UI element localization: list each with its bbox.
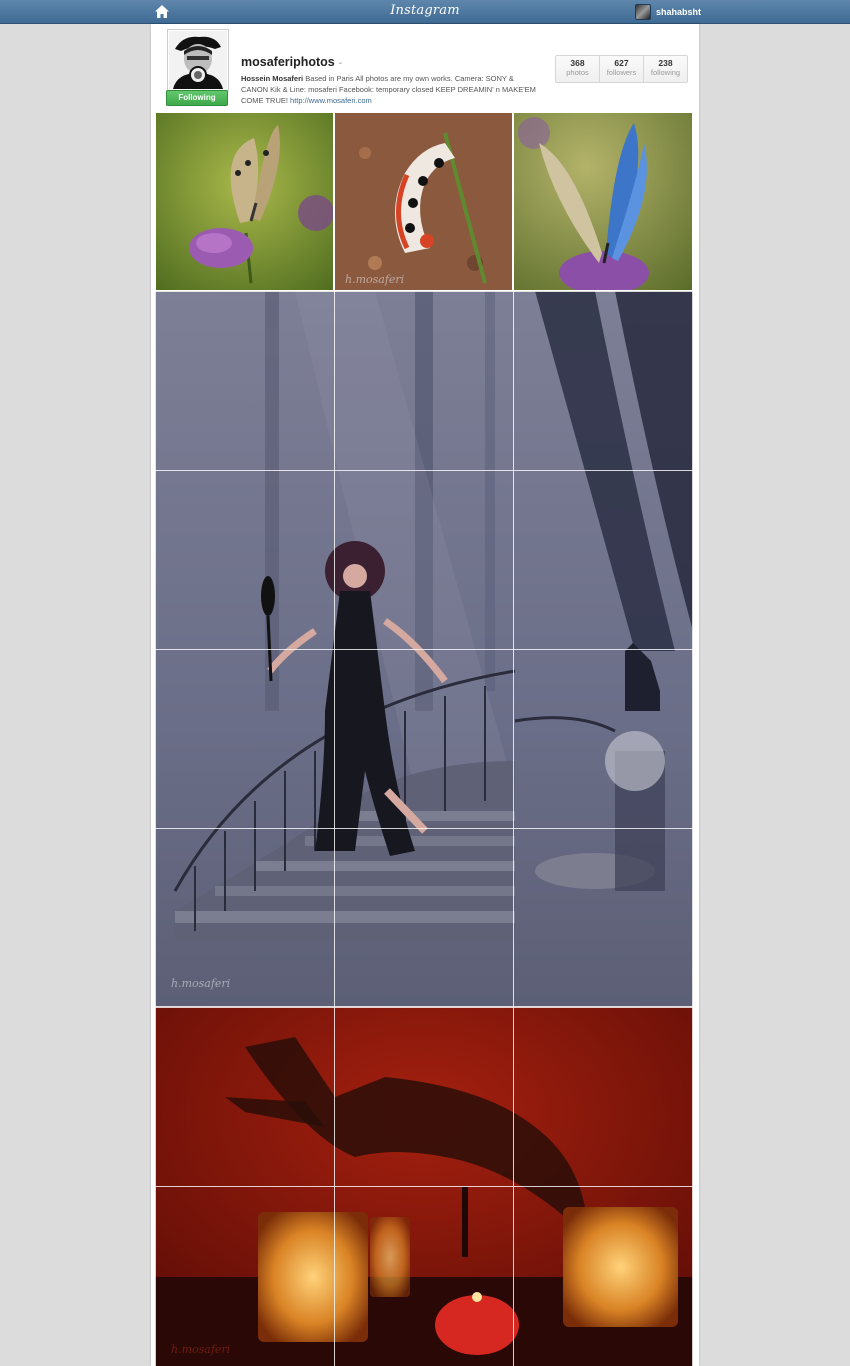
profile-bio: Hossein Mosaferi Based in Paris All phot…: [241, 73, 539, 106]
user-menu[interactable]: shahabsht: [635, 3, 701, 20]
photo-watermark: h.mosaferi: [345, 273, 405, 286]
top-bar: Instagram shahabsht: [0, 0, 850, 24]
stat-photos-count: 368: [570, 58, 585, 68]
user-name[interactable]: shahabsht: [656, 7, 701, 17]
profile-avatar[interactable]: [167, 29, 229, 91]
stat-followers-count: 627: [614, 58, 629, 68]
stat-followers-label: followers: [606, 68, 637, 77]
profile-username: mosaferiphotos: [241, 55, 335, 69]
stat-photos[interactable]: 368 photos: [556, 56, 599, 82]
stat-following-count: 238: [658, 58, 673, 68]
following-button[interactable]: Following: [166, 90, 228, 106]
candles-photo[interactable]: h.mosaferi: [155, 1007, 693, 1366]
blue-butterfly-photo[interactable]: [513, 112, 693, 291]
bio-link[interactable]: http://www.mosaferi.com: [290, 96, 372, 105]
stat-following-label: following: [650, 68, 681, 77]
profile-stats: 368 photos 627 followers 238 following: [555, 55, 688, 83]
butterfly-photo[interactable]: [155, 112, 334, 291]
photo-grid: h.mosaferi h.mosaferi h.mosaferi: [155, 112, 693, 1366]
user-avatar[interactable]: [635, 3, 651, 20]
stat-following[interactable]: 238 following: [643, 56, 687, 82]
stat-followers[interactable]: 627 followers: [599, 56, 643, 82]
photo-watermark: h.mosaferi: [171, 977, 231, 990]
bio-name: Hossein Mosaferi: [241, 74, 304, 83]
photo-watermark: h.mosaferi: [171, 1343, 231, 1356]
caterpillar-photo[interactable]: h.mosaferi: [334, 112, 513, 291]
instagram-logo[interactable]: Instagram: [390, 3, 460, 18]
username-suffix: -: [338, 58, 343, 69]
home-icon[interactable]: [154, 4, 170, 19]
forest-staircase-photo[interactable]: h.mosaferi: [155, 291, 693, 1007]
stat-photos-label: photos: [566, 68, 589, 77]
